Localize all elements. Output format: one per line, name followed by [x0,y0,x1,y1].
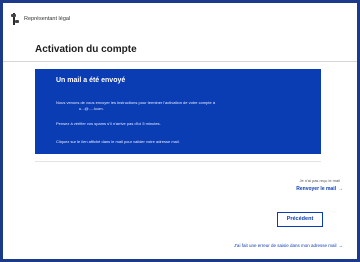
notice-link-hint: Cliquez sur le lien affiché dans le mail… [56,139,180,144]
email-typo-label: J'ai fait une erreur de saisie dans mon … [233,243,337,248]
divider [35,161,321,162]
not-received-label: Je n'ai pas reçu le mail [299,178,340,183]
brand-name: Représentant légal [24,16,71,22]
email-sent-notice: Un mail a été envoyé Nous venons de vous… [35,69,321,154]
previous-button[interactable]: Précédent [277,212,323,227]
arrow-right-icon: → [338,243,344,248]
notice-spam-hint: Pensez à vérifier vos spams s'il n'arriv… [56,121,161,126]
arrow-right-icon: → [338,186,343,192]
page-title: Activation du compte [35,44,137,55]
logo-icon [11,12,21,26]
app-window: Représentant légal Activation du compte … [3,3,357,259]
divider [3,61,357,62]
notice-title: Un mail a été envoyé [56,77,126,84]
email-typo-link[interactable]: J'ai fait une erreur de saisie dans mon … [234,243,343,248]
header: Représentant légal [3,3,357,33]
notice-email: u...@.....lcom. [79,106,104,111]
resend-mail-label: Renvoyer le mail [296,186,336,192]
resend-mail-link[interactable]: Renvoyer le mail → [296,186,343,192]
